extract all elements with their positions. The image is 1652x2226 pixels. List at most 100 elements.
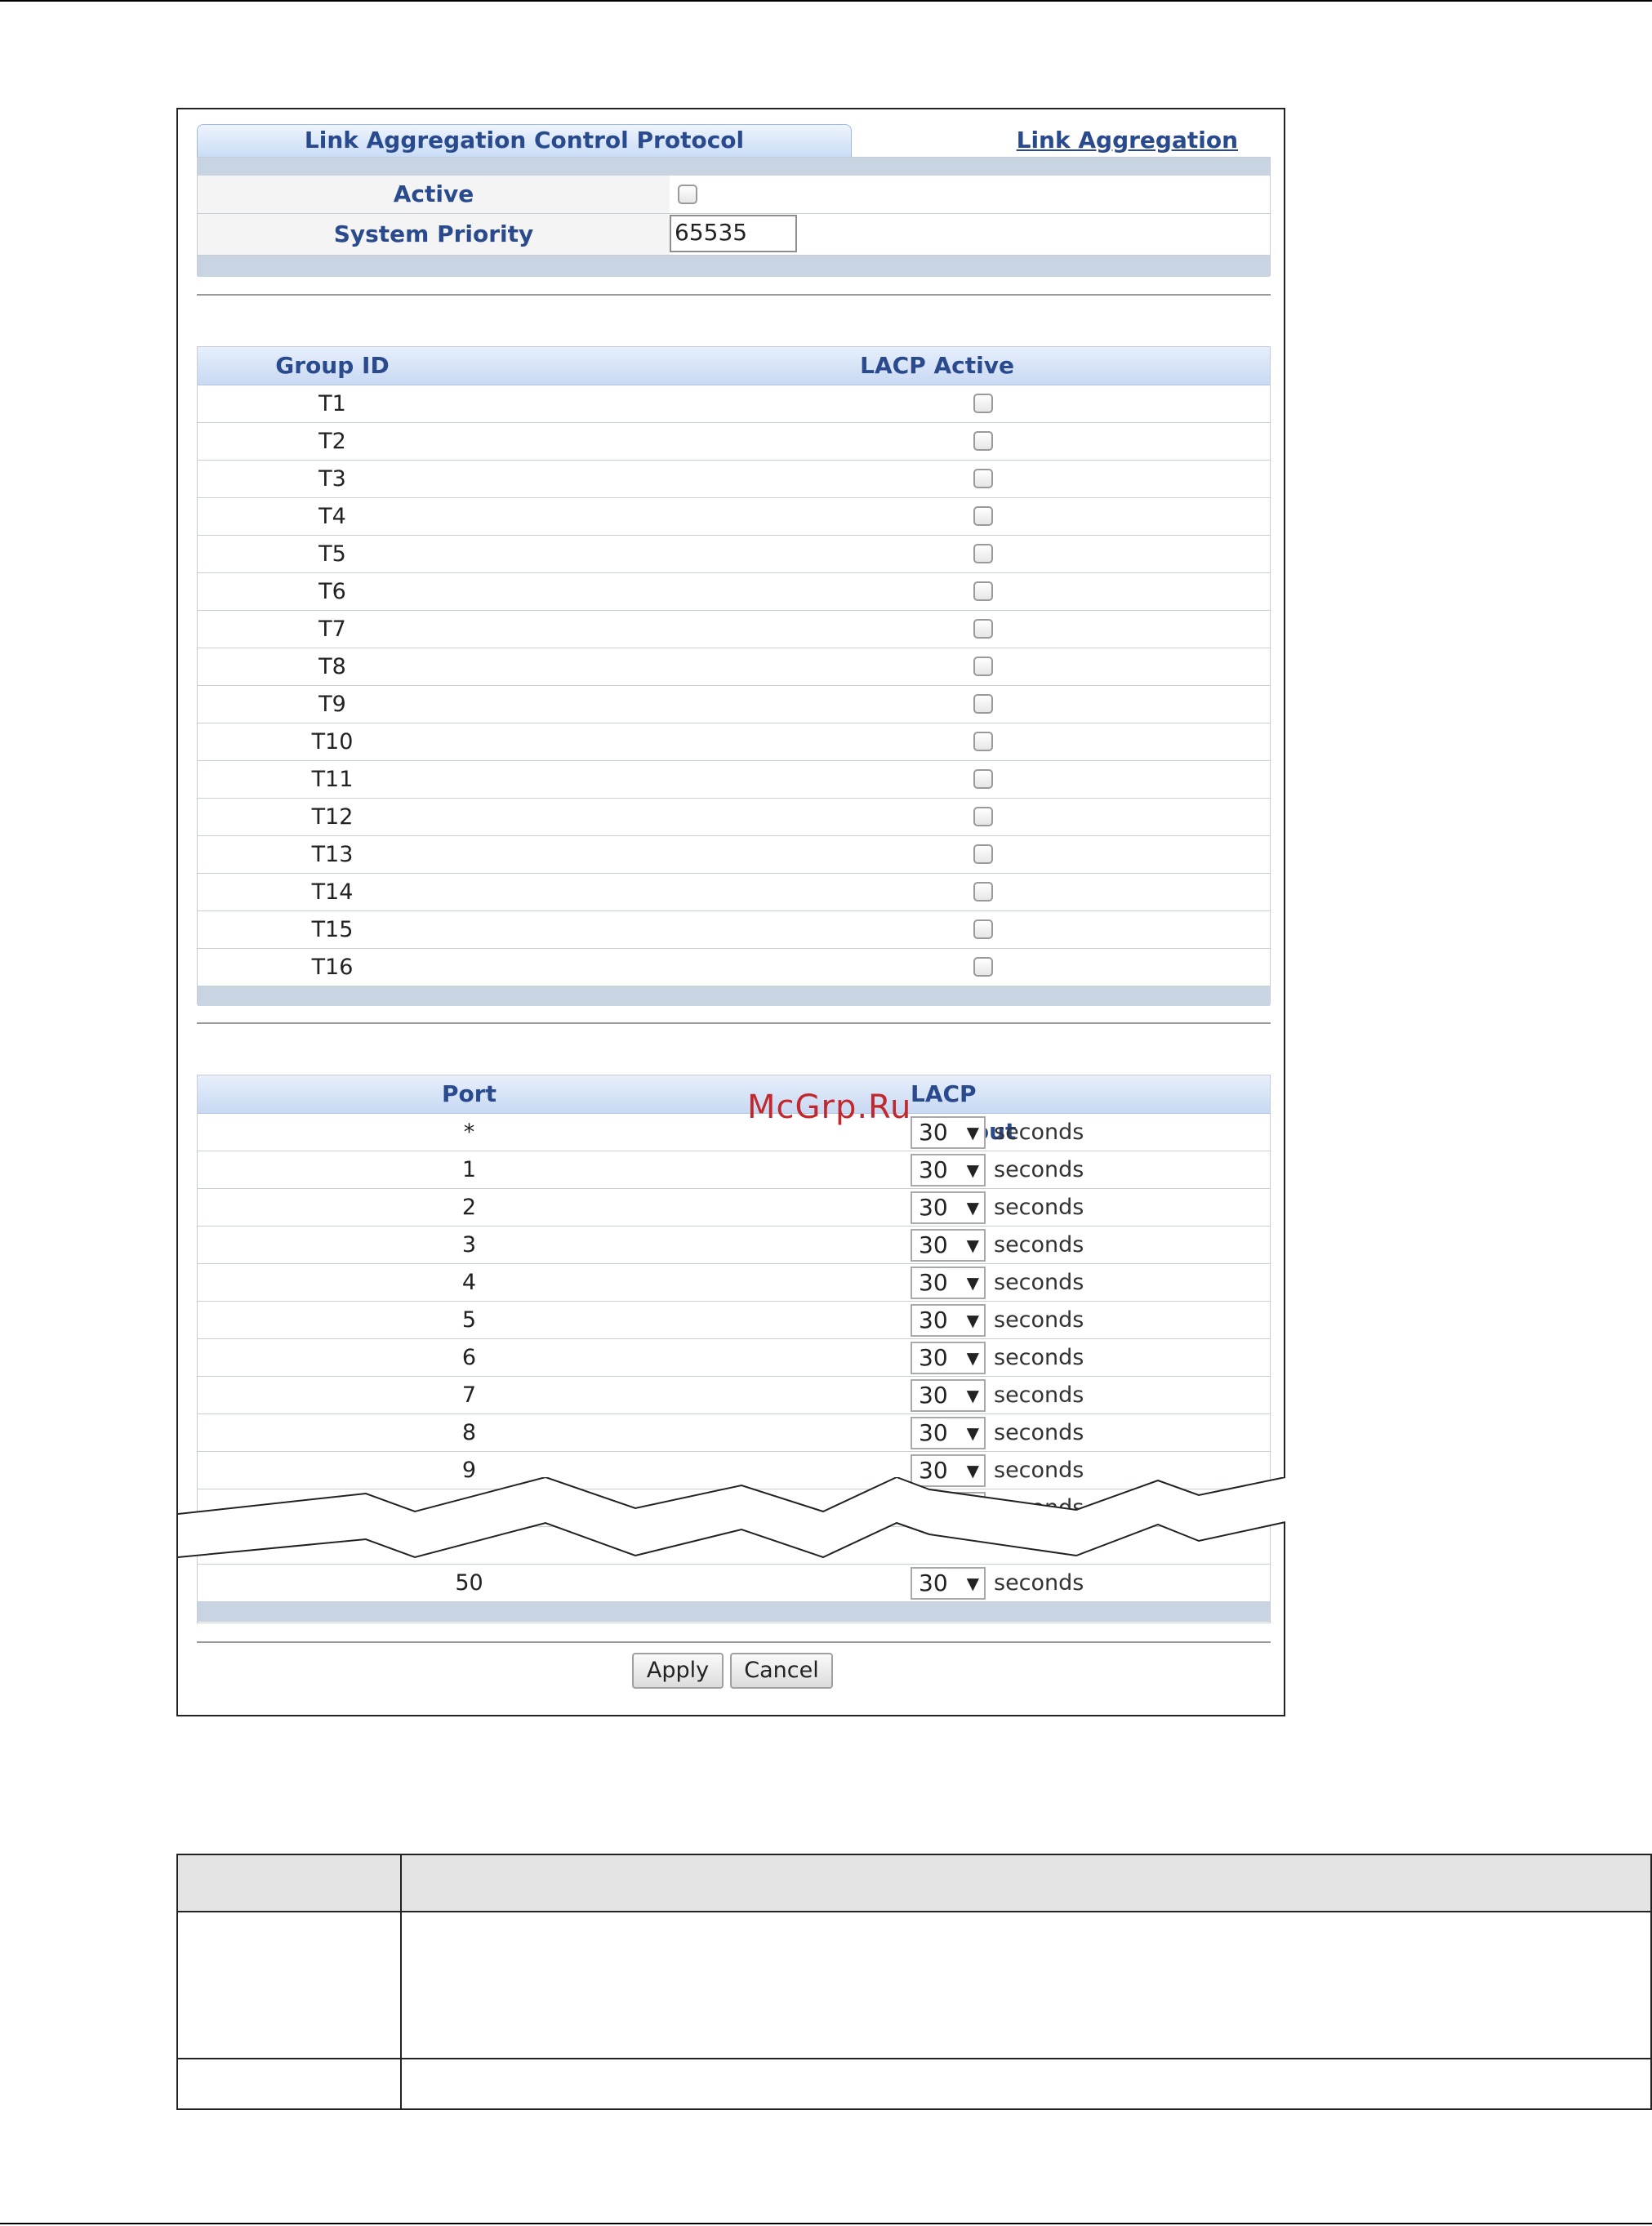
lacp-timeout-select[interactable]: 30 ▼: [911, 1304, 986, 1337]
group-id-cell: T6: [318, 579, 346, 604]
group-id-cell: T11: [311, 767, 354, 792]
chevron-down-icon: ▼: [966, 1198, 979, 1218]
table-column-divider: [400, 1854, 402, 2110]
system-active-checkbox[interactable]: [678, 185, 697, 204]
chevron-down-icon: ▼: [966, 1123, 979, 1142]
lacp-active-checkbox[interactable]: [973, 431, 993, 451]
group-row: T5: [198, 536, 1270, 573]
lacp-active-checkbox[interactable]: [973, 844, 993, 864]
group-id-cell: T2: [318, 429, 346, 454]
port-cell: 50: [455, 1570, 483, 1596]
port-cell: 7: [461, 1382, 477, 1408]
group-row: T15: [198, 911, 1270, 949]
lacp-screen: Link Aggregation Control Protocol Link A…: [176, 108, 1286, 1716]
port-row: 2 30 ▼ seconds: [198, 1189, 1270, 1227]
lacp-timeout-value: 30: [919, 1231, 948, 1258]
group-id-cell: T3: [318, 466, 346, 492]
port-cell: 5: [461, 1307, 477, 1333]
lacp-active-checkbox[interactable]: [973, 394, 993, 413]
group-id-cell: T5: [318, 541, 346, 567]
lacp-timeout-select[interactable]: 30 ▼: [911, 1342, 986, 1374]
chevron-down-icon: ▼: [966, 1348, 979, 1368]
group-row: T4: [198, 498, 1270, 536]
group-id-cell: T9: [318, 692, 346, 717]
lacp-timeout-select[interactable]: 30 ▼: [911, 1191, 986, 1224]
watermark-text: McGrp.Ru: [747, 1089, 912, 1126]
lacp-timeout-select[interactable]: 30 ▼: [911, 1116, 986, 1149]
lacp-active-checkbox[interactable]: [973, 957, 993, 977]
port-cell: 4: [461, 1270, 477, 1295]
lacp-timeout-select[interactable]: 30 ▼: [911, 1567, 986, 1600]
seconds-label: seconds: [994, 1307, 1084, 1333]
seconds-label: seconds: [994, 1232, 1084, 1258]
cancel-button[interactable]: Cancel: [730, 1653, 833, 1689]
system-priority-input[interactable]: 65535: [670, 215, 797, 252]
group-panel: Group ID LACP Active T1 T2 T3 T4 T5 T6 T7 T8 T9 T…: [197, 346, 1271, 1006]
group-row: T2: [198, 423, 1270, 461]
panel-strip: [198, 986, 1270, 1006]
seconds-label: seconds: [994, 1345, 1084, 1370]
lacp-active-checkbox[interactable]: [973, 544, 993, 563]
group-id-cell: T16: [311, 955, 354, 980]
lacp-timeout-select[interactable]: 30 ▼: [911, 1417, 986, 1449]
chevron-down-icon: ▼: [966, 1386, 979, 1405]
break-zigzag-graphic: [178, 1477, 1286, 1559]
chevron-down-icon: ▼: [966, 1423, 979, 1443]
table-header-row: [176, 1854, 1652, 1912]
apply-button[interactable]: Apply: [632, 1653, 724, 1689]
port-table-header: Port LACP Timeout: [198, 1075, 1270, 1145]
tab-lacp[interactable]: Link Aggregation Control Protocol: [197, 124, 852, 158]
lacp-timeout-select[interactable]: 30 ▼: [911, 1267, 986, 1299]
group-row: T13: [198, 836, 1270, 874]
group-row: T6: [198, 573, 1270, 611]
group-id-cell: T7: [318, 617, 346, 642]
lacp-active-checkbox[interactable]: [973, 769, 993, 789]
lacp-timeout-select[interactable]: 30 ▼: [911, 1379, 986, 1412]
group-row: T14: [198, 874, 1270, 911]
chevron-down-icon: ▼: [966, 1235, 979, 1255]
group-row: T1: [198, 385, 1270, 423]
lacp-timeout-value: 30: [919, 1119, 948, 1146]
lacp-active-checkbox[interactable]: [973, 732, 993, 751]
break-mask: [178, 1477, 1285, 1557]
lacp-active-checkbox[interactable]: [973, 469, 993, 488]
seconds-label: seconds: [994, 1120, 1084, 1145]
lacp-active-checkbox[interactable]: [973, 506, 993, 526]
separator: [197, 1641, 1271, 1643]
chevron-down-icon: ▼: [966, 1311, 979, 1330]
lacp-active-checkbox[interactable]: [973, 694, 993, 714]
lacp-timeout-select[interactable]: 30 ▼: [911, 1154, 986, 1186]
group-table-header: Group ID LACP Active: [198, 347, 1270, 385]
lacp-active-checkbox[interactable]: [973, 657, 993, 676]
tab-link-aggregation-setting[interactable]: Link Aggregation Setting: [960, 124, 1238, 186]
page-bottom-rule: [0, 2223, 1652, 2224]
lacp-active-checkbox[interactable]: [973, 882, 993, 902]
lacp-active-checkbox[interactable]: [973, 619, 993, 639]
lacp-timeout-select[interactable]: 30 ▼: [911, 1229, 986, 1262]
lacp-active-checkbox[interactable]: [973, 581, 993, 601]
group-id-cell: T8: [318, 654, 346, 679]
lacp-active-checkbox[interactable]: [973, 807, 993, 826]
group-id-cell: T15: [311, 917, 354, 942]
chevron-down-icon: ▼: [966, 1574, 979, 1593]
seconds-label: seconds: [994, 1420, 1084, 1445]
port-cell: 6: [461, 1345, 477, 1370]
group-id-cell: T14: [311, 879, 354, 905]
group-id-cell: T10: [311, 729, 354, 755]
lacp-timeout-value: 30: [919, 1419, 948, 1446]
group-row: T11: [198, 761, 1270, 799]
lacp-timeout-value: 30: [919, 1194, 948, 1221]
group-row: T3: [198, 461, 1270, 498]
lacp-active-checkbox[interactable]: [973, 919, 993, 939]
separator: [197, 294, 1271, 296]
group-id-cell: T4: [318, 504, 346, 529]
seconds-label: seconds: [994, 1570, 1084, 1596]
table-row: [176, 1911, 1652, 2059]
port-row: 7 30 ▼ seconds: [198, 1377, 1270, 1414]
group-row: T12: [198, 799, 1270, 836]
lacp-timeout-value: 30: [919, 1382, 948, 1409]
table-row: [176, 2058, 1652, 2110]
group-rows: T1 T2 T3 T4 T5 T6 T7 T8 T9 T10 T11 T12 T13 T14 T15 T16: [198, 385, 1270, 1006]
port-header: Port: [442, 1080, 496, 1107]
lacp-active-header: LACP Active: [860, 352, 1014, 379]
